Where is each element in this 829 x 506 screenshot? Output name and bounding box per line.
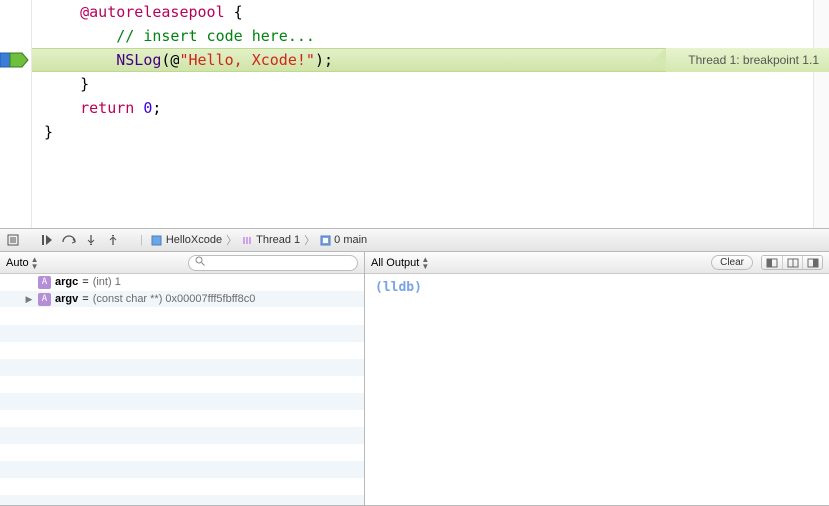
pane-visibility-segmented[interactable] — [761, 255, 823, 270]
continue-icon[interactable] — [40, 233, 54, 247]
breadcrumb-item-frame[interactable]: 0 main — [319, 234, 367, 246]
chevron-right-icon: 〉 — [304, 232, 315, 248]
breadcrumb-label: Thread 1 — [256, 234, 300, 246]
console-output-popup[interactable]: All Output ▲▼ — [371, 256, 429, 270]
thread-icon — [241, 234, 253, 246]
updown-icon: ▲▼ — [421, 256, 429, 270]
variable-kind-badge: A — [38, 276, 51, 289]
breadcrumb: HelloXcode 〉 Thread 1 〉 0 main — [151, 232, 367, 248]
debug-toolbar: | HelloXcode 〉 Thread 1 〉 0 main — [0, 228, 829, 252]
clear-button[interactable]: Clear — [711, 255, 753, 270]
variable-name: argv — [55, 293, 78, 305]
breadcrumb-item-project[interactable]: HelloXcode — [151, 234, 222, 246]
variable-value: (int) 1 — [93, 276, 121, 288]
variables-filter-bar: Auto ▲▼ — [0, 252, 364, 274]
equals: = — [82, 293, 88, 305]
step-out-icon[interactable] — [106, 233, 120, 247]
popup-label: All Output — [371, 257, 419, 269]
code-editor[interactable]: Thread 1: breakpoint 1.1 @autoreleasepoo… — [0, 0, 829, 228]
breadcrumb-item-thread[interactable]: Thread 1 — [241, 234, 300, 246]
variable-name: argc — [55, 276, 78, 288]
breadcrumb-label: 0 main — [334, 234, 367, 246]
variables-search-field[interactable] — [188, 255, 358, 271]
breadcrumb-label: HelloXcode — [166, 234, 222, 246]
code-lines[interactable]: @autoreleasepool { // insert code here..… — [32, 0, 829, 144]
variables-pane: Auto ▲▼ A argc = (int) 1 ▶ A — [0, 252, 365, 505]
editor-gutter[interactable] — [0, 0, 32, 228]
disclosure-icon[interactable]: ▶ — [24, 294, 34, 305]
equals: = — [82, 276, 88, 288]
variable-row[interactable]: ▶ A argv = (const char **) 0x00007fff5fb… — [0, 291, 364, 308]
popup-label: Auto — [6, 257, 29, 269]
updown-icon: ▲▼ — [31, 256, 39, 270]
button-label: Clear — [720, 257, 744, 268]
console-pane: All Output ▲▼ Clear (lldb) — [365, 252, 829, 505]
variables-scope-popup[interactable]: Auto ▲▼ — [6, 256, 39, 270]
console-prompt: (lldb) — [375, 280, 422, 295]
breakpoint-marker[interactable] — [0, 48, 32, 72]
search-input[interactable] — [209, 257, 351, 269]
variable-row[interactable]: A argc = (int) 1 — [0, 274, 364, 291]
step-into-icon[interactable] — [84, 233, 98, 247]
toggle-debug-area-icon[interactable] — [6, 233, 20, 247]
variable-value: (const char **) 0x00007fff5fbff8c0 — [93, 293, 256, 305]
variables-list[interactable]: A argc = (int) 1 ▶ A argv = (const char … — [0, 274, 364, 505]
frame-icon — [319, 234, 331, 246]
variable-kind-badge: A — [38, 293, 51, 306]
project-icon — [151, 234, 163, 246]
show-console-only-button[interactable] — [802, 256, 822, 269]
chevron-right-icon: 〉 — [226, 232, 237, 248]
console-output[interactable]: (lldb) — [365, 274, 829, 505]
search-icon — [195, 256, 205, 269]
console-filter-bar: All Output ▲▼ Clear — [365, 252, 829, 274]
show-vars-only-button[interactable] — [762, 256, 782, 269]
debug-panes: Auto ▲▼ A argc = (int) 1 ▶ A — [0, 252, 829, 506]
show-both-button[interactable] — [782, 256, 802, 269]
step-over-icon[interactable] — [62, 233, 76, 247]
